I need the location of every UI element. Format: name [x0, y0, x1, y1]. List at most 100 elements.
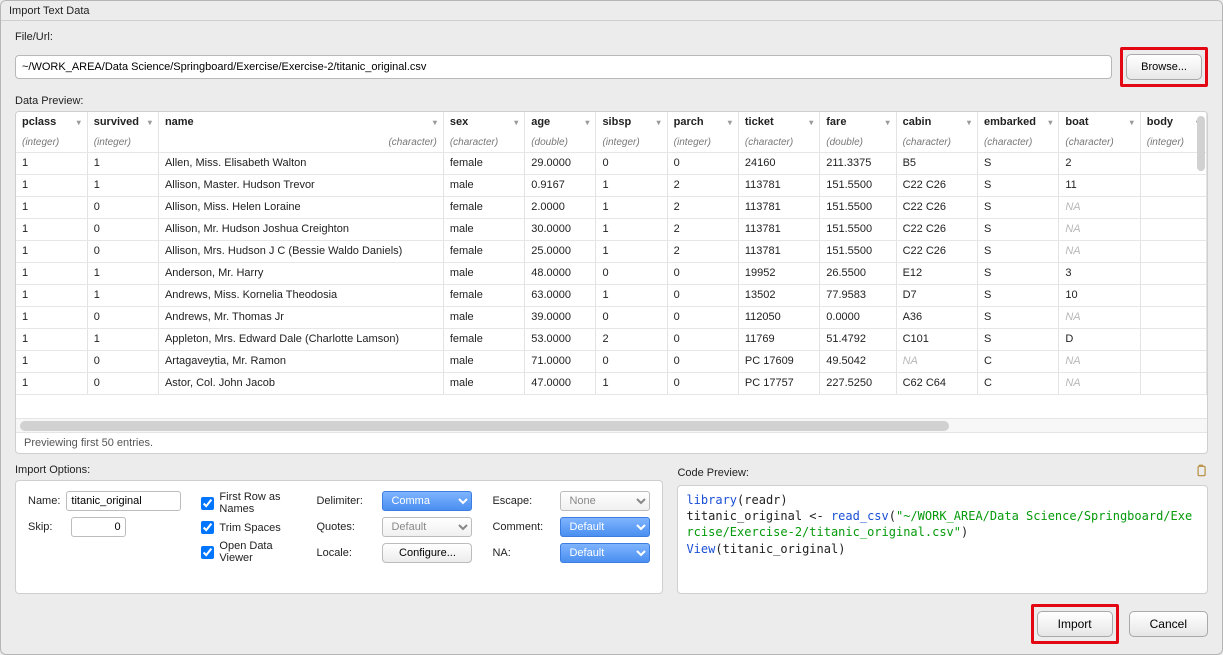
table-row: 10Astor, Col. John Jacobmale47.000010PC …	[16, 372, 1207, 394]
cell-sex: male	[443, 262, 524, 284]
data-preview-box: pclass▾(integer)survived▾(integer)name▾(…	[15, 111, 1208, 454]
cell-name: Artagaveytia, Mr. Ramon	[158, 350, 443, 372]
cell-cabin: A36	[896, 306, 977, 328]
cell-name: Astor, Col. John Jacob	[158, 372, 443, 394]
cell-survived: 0	[87, 240, 158, 262]
cell-name: Appleton, Mrs. Edward Dale (Charlotte La…	[158, 328, 443, 350]
file-url-label: File/Url:	[15, 31, 1208, 43]
locale-configure-button[interactable]: Configure...	[382, 543, 472, 563]
column-header-cabin[interactable]: cabin▾(character)	[896, 112, 977, 152]
column-header-age[interactable]: age▾(double)	[525, 112, 596, 152]
column-type-menu-icon[interactable]: ▾	[77, 118, 81, 127]
cell-ticket: 11769	[738, 328, 819, 350]
column-header-embarked[interactable]: embarked▾(character)	[977, 112, 1058, 152]
trim-spaces-checkbox-input[interactable]	[201, 521, 214, 534]
window-title: Import Text Data	[9, 5, 90, 17]
column-header-fare[interactable]: fare▾(double)	[820, 112, 896, 152]
column-type-menu-icon[interactable]: ▾	[967, 118, 971, 127]
quotes-select[interactable]: Default	[382, 517, 472, 537]
copy-code-icon[interactable]	[1194, 464, 1208, 481]
table-row: 10Artagaveytia, Mr. Ramonmale71.000000PC…	[16, 350, 1207, 372]
column-type-menu-icon[interactable]: ▾	[657, 118, 661, 127]
cell-parch: 2	[667, 240, 738, 262]
column-type-menu-icon[interactable]: ▾	[809, 118, 813, 127]
import-button[interactable]: Import	[1037, 611, 1113, 637]
horizontal-scroll-thumb[interactable]	[20, 421, 949, 431]
cell-embarked: S	[977, 218, 1058, 240]
column-type-menu-icon[interactable]: ▾	[1130, 118, 1134, 127]
table-row: 11Appleton, Mrs. Edward Dale (Charlotte …	[16, 328, 1207, 350]
cell-age: 2.0000	[525, 196, 596, 218]
cell-boat: 3	[1059, 262, 1140, 284]
vertical-scroll-thumb[interactable]	[1197, 116, 1205, 171]
cell-fare: 77.9583	[820, 284, 896, 306]
column-type-menu-icon[interactable]: ▾	[514, 118, 518, 127]
cell-boat: D	[1059, 328, 1140, 350]
column-type-menu-icon[interactable]: ▾	[585, 118, 589, 127]
cell-survived: 1	[87, 174, 158, 196]
cell-embarked: S	[977, 196, 1058, 218]
trim-spaces-checkbox[interactable]: Trim Spaces	[201, 521, 296, 534]
cell-boat: NA	[1059, 196, 1140, 218]
column-type-menu-icon[interactable]: ▾	[1048, 118, 1052, 127]
browse-button[interactable]: Browse...	[1126, 54, 1202, 80]
column-header-ticket[interactable]: ticket▾(character)	[738, 112, 819, 152]
cell-pclass: 1	[16, 328, 87, 350]
open-data-viewer-checkbox-input[interactable]	[201, 546, 214, 559]
cell-pclass: 1	[16, 196, 87, 218]
name-input[interactable]	[66, 491, 181, 511]
cell-sex: male	[443, 306, 524, 328]
column-header-pclass[interactable]: pclass▾(integer)	[16, 112, 87, 152]
cell-parch: 2	[667, 196, 738, 218]
vertical-scrollbar[interactable]	[1195, 114, 1205, 416]
cell-parch: 0	[667, 372, 738, 394]
delimiter-select[interactable]: Comma	[382, 491, 472, 511]
cell-cabin: C22 C26	[896, 218, 977, 240]
escape-select[interactable]: None	[560, 491, 650, 511]
cell-boat: NA	[1059, 350, 1140, 372]
first-row-checkbox-input[interactable]	[201, 497, 214, 510]
data-preview-scroll[interactable]: pclass▾(integer)survived▾(integer)name▾(…	[16, 112, 1207, 418]
column-header-survived[interactable]: survived▾(integer)	[87, 112, 158, 152]
cell-embarked: S	[977, 174, 1058, 196]
column-header-parch[interactable]: parch▾(integer)	[667, 112, 738, 152]
cell-cabin: B5	[896, 152, 977, 174]
cell-ticket: PC 17609	[738, 350, 819, 372]
cell-age: 71.0000	[525, 350, 596, 372]
cell-pclass: 1	[16, 218, 87, 240]
column-type-menu-icon[interactable]: ▾	[433, 118, 437, 127]
comment-select[interactable]: Default	[560, 517, 650, 537]
column-header-sibsp[interactable]: sibsp▾(integer)	[596, 112, 667, 152]
cell-sibsp: 1	[596, 372, 667, 394]
cell-sex: male	[443, 350, 524, 372]
na-select[interactable]: Default	[560, 543, 650, 563]
cell-name: Allison, Miss. Helen Loraine	[158, 196, 443, 218]
file-url-input[interactable]	[15, 55, 1112, 79]
cell-name: Andrews, Mr. Thomas Jr	[158, 306, 443, 328]
cancel-button[interactable]: Cancel	[1129, 611, 1208, 637]
cell-name: Allison, Master. Hudson Trevor	[158, 174, 443, 196]
skip-input[interactable]	[71, 517, 126, 537]
column-type-menu-icon[interactable]: ▾	[728, 118, 732, 127]
cell-fare: 51.4792	[820, 328, 896, 350]
column-header-sex[interactable]: sex▾(character)	[443, 112, 524, 152]
cell-survived: 0	[87, 306, 158, 328]
cell-boat: 11	[1059, 174, 1140, 196]
horizontal-scrollbar[interactable]	[16, 418, 1207, 432]
cell-sibsp: 1	[596, 284, 667, 306]
open-data-viewer-checkbox[interactable]: Open Data Viewer	[201, 540, 296, 564]
cell-fare: 151.5500	[820, 196, 896, 218]
cell-ticket: 112050	[738, 306, 819, 328]
column-type-menu-icon[interactable]: ▾	[148, 118, 152, 127]
cell-age: 29.0000	[525, 152, 596, 174]
first-row-checkbox[interactable]: First Row as Names	[201, 491, 296, 515]
column-type-menu-icon[interactable]: ▾	[886, 118, 890, 127]
column-header-name[interactable]: name▾(character)	[158, 112, 443, 152]
cell-age: 63.0000	[525, 284, 596, 306]
cell-parch: 0	[667, 306, 738, 328]
column-header-boat[interactable]: boat▾(character)	[1059, 112, 1140, 152]
code-preview-box[interactable]: library(readr) titanic_original <- read_…	[677, 485, 1208, 594]
skip-label: Skip:	[28, 521, 52, 533]
cell-cabin: C101	[896, 328, 977, 350]
import-text-data-window: Import Text Data File/Url: Browse... Dat…	[0, 0, 1223, 655]
